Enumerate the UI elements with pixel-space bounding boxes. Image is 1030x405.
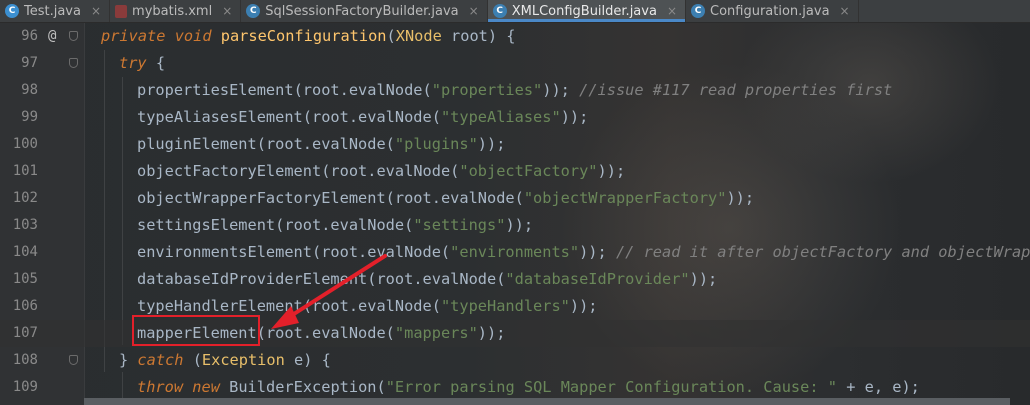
ide-window: C Test.java × mybatis.xml × C SqlSession… xyxy=(0,0,1030,405)
code-editor[interactable]: 96 @ private void parseConfiguration(XNo… xyxy=(0,23,1030,405)
tab-sqlsessionfactorybuilder-java[interactable]: C SqlSessionFactoryBuilder.java × xyxy=(241,0,488,22)
close-icon[interactable]: × xyxy=(91,4,101,18)
tab-label: XMLConfigBuilder.java xyxy=(511,3,657,19)
close-icon[interactable]: × xyxy=(840,4,850,18)
close-icon[interactable]: × xyxy=(667,4,677,18)
java-class-icon: C xyxy=(246,4,261,18)
close-icon[interactable]: × xyxy=(469,4,479,18)
horizontal-scrollbar[interactable] xyxy=(84,398,1010,405)
editor-tab-bar: C Test.java × mybatis.xml × C SqlSession… xyxy=(0,0,1030,23)
tab-label: mybatis.xml xyxy=(132,3,213,19)
java-class-icon: C xyxy=(5,4,19,18)
tab-test-java[interactable]: C Test.java × xyxy=(0,0,111,22)
tab-label: Configuration.java xyxy=(710,3,830,19)
red-arrow-icon xyxy=(271,254,387,329)
tab-xmlconfigbuilder-java[interactable]: C XMLConfigBuilder.java × xyxy=(487,0,686,22)
close-icon[interactable]: × xyxy=(222,4,232,18)
tab-configuration-java[interactable]: C Configuration.java × xyxy=(686,0,859,22)
java-class-icon: C xyxy=(691,4,705,18)
xml-file-icon xyxy=(115,4,128,18)
tab-label: Test.java xyxy=(24,3,81,19)
tab-mybatis-xml[interactable]: mybatis.xml × xyxy=(110,0,242,22)
java-class-icon: C xyxy=(492,4,507,18)
tab-label: SqlSessionFactoryBuilder.java xyxy=(265,3,459,19)
